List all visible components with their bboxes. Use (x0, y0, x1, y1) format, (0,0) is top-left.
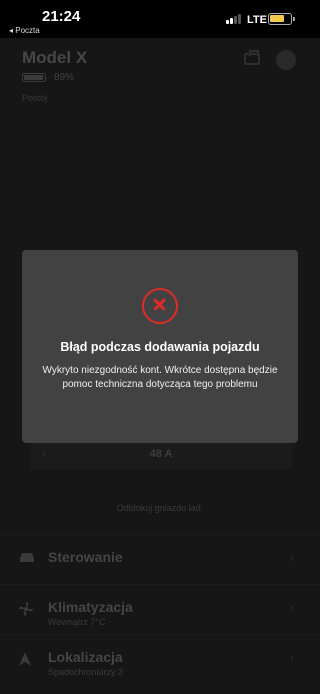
car-icon (18, 551, 36, 565)
fan-icon (18, 601, 36, 616)
dialog-message: Wykryto niezgodność kont. Wkrótce dostęp… (42, 365, 278, 390)
status-bar: 21:24 ◂ Poczta LTE (0, 0, 320, 38)
toolbox-icon[interactable] (244, 50, 260, 65)
menu-item-subtitle: Spadochroniarzy 3 (48, 667, 124, 677)
unlock-port-button[interactable]: Odblokuj gniazdo ład. (0, 503, 320, 513)
vehicle-battery: 89% (22, 72, 74, 83)
error-icon (142, 288, 178, 324)
error-dialog: Błąd podczas dodawania pojazdu Wykryto n… (22, 250, 298, 443)
charge-amp-selector[interactable]: ‹ 48 A (30, 440, 292, 470)
menu-item-klimatyzacja[interactable]: Klimatyzacja Wewnątrz 7°C › (0, 584, 320, 634)
back-to-app-link[interactable]: ◂ Poczta (9, 26, 40, 35)
network-type: LTE (247, 14, 267, 26)
menu-item-subtitle: Wewnątrz 7°C (48, 617, 106, 627)
chevron-right-icon: › (290, 651, 294, 665)
menu-item-label: Sterowanie (48, 549, 123, 565)
vehicle-name: Model X (22, 48, 88, 67)
status-time: 21:24 (42, 8, 81, 25)
dialog-title: Błąd podczas dodawania pojazdu (60, 340, 260, 354)
battery-level-icon (22, 73, 46, 82)
menu-item-sterowanie[interactable]: Sterowanie › (0, 534, 320, 584)
chevron-right-icon: › (290, 551, 294, 565)
vehicle-status: Postój (22, 93, 48, 103)
battery-icon (268, 13, 295, 25)
signal-icon (226, 14, 242, 24)
menu-item-label: Lokalizacja (48, 649, 123, 665)
battery-percent: 89% (54, 72, 75, 83)
chevron-right-icon: › (290, 601, 294, 615)
charge-amp-value: 48 A (149, 448, 173, 460)
profile-icon[interactable] (276, 50, 296, 70)
navigation-icon (18, 651, 36, 666)
menu-item-label: Klimatyzacja (48, 599, 133, 615)
menu-item-lokalizacja[interactable]: Lokalizacja Spadochroniarzy 3 › (0, 634, 320, 684)
